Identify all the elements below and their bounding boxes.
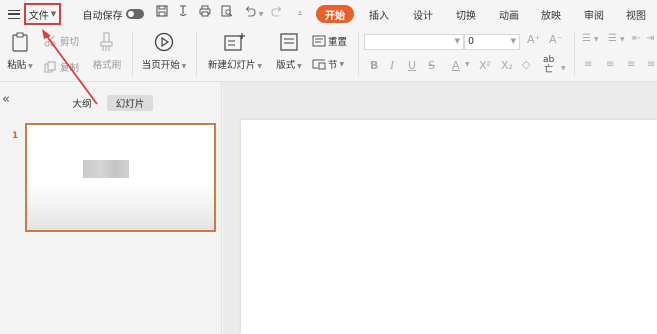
align-left-icon[interactable]: ≡: [584, 59, 592, 70]
scissors-icon: [44, 35, 56, 47]
autosave-label: 自动保存: [82, 10, 123, 22]
bullet-list-icon[interactable]: ☰: [582, 33, 591, 44]
slide-editing-area: [223, 82, 657, 334]
tab-slides[interactable]: 幻灯片: [107, 95, 153, 111]
tab-review[interactable]: 审阅: [581, 5, 607, 23]
chevron-down-icon[interactable]: ▼: [465, 61, 470, 68]
tab-home[interactable]: 开始: [316, 5, 354, 23]
layout-icon: [280, 33, 298, 51]
decrease-indent-icon[interactable]: ⇤: [632, 33, 640, 44]
blurred-title-placeholder: [83, 160, 129, 178]
cut-label: 剪切: [60, 37, 80, 48]
from-current-slide-label: 当页开始 ▼: [141, 60, 187, 71]
ribbon-divider: [196, 32, 197, 76]
reset-button[interactable]: 重置: [312, 34, 347, 48]
chevron-down-icon: ▼: [339, 60, 345, 68]
section-icon: [312, 59, 326, 70]
strikethrough-icon[interactable]: S: [428, 59, 435, 72]
format-painter-label: 格式刷: [92, 60, 122, 71]
copy-button[interactable]: 复制: [44, 60, 79, 74]
subscript-icon[interactable]: X₂: [501, 59, 513, 72]
align-center-icon[interactable]: ≡: [606, 59, 614, 70]
slide-canvas[interactable]: [241, 120, 657, 334]
font-color-icon[interactable]: A: [452, 59, 460, 72]
new-slide-icon: [224, 33, 245, 51]
font-size-select[interactable]: 0 ▼: [464, 34, 520, 50]
font-size-value: 0: [468, 36, 475, 47]
underline-icon[interactable]: U: [408, 59, 416, 72]
new-slide-button[interactable]: 新建幻灯片 ▼: [203, 32, 267, 71]
copy-label: 复制: [60, 63, 80, 74]
chevron-down-icon[interactable]: ▼: [594, 36, 599, 43]
reset-icon: [312, 35, 326, 47]
ribbon-toolbar: 粘贴 ▼ 剪切 复制 格式刷 当页开始 ▼ 新建幻灯片 ▼ 版式 ▼ 重置 节 …: [0, 28, 657, 82]
increase-indent-icon[interactable]: ⇥: [646, 33, 654, 44]
slide-thumbnail[interactable]: [25, 123, 216, 232]
from-current-slide-button[interactable]: 当页开始 ▼: [138, 32, 190, 71]
tab-view[interactable]: 视图: [623, 5, 649, 23]
ribbon-divider: [574, 32, 575, 76]
clear-format-icon[interactable]: ◇: [522, 58, 530, 71]
slide-number: 1: [12, 131, 19, 141]
wps-presentation-window: 文件 ▼ 自动保存 ▼ ⩡ 开始 插入 设计 切换 动画 放映 审阅 视图 粘贴…: [0, 0, 657, 334]
format-painter-icon: [100, 32, 113, 51]
save-icon[interactable]: [156, 5, 168, 17]
tab-animation[interactable]: 动画: [496, 5, 522, 23]
chevron-down-icon: ▼: [50, 10, 57, 18]
undo-icon[interactable]: [244, 5, 256, 17]
pinyin-guide-icon[interactable]: ab 亡: [543, 55, 554, 75]
file-menu-label: 文件: [28, 10, 49, 22]
layout-button[interactable]: 版式 ▼: [272, 32, 306, 71]
new-slide-label: 新建幻灯片 ▼: [207, 60, 263, 71]
chevron-down-icon: ▼: [510, 37, 516, 45]
tab-outline[interactable]: 大纲: [68, 95, 96, 111]
export-pdf-icon[interactable]: [177, 5, 189, 17]
tab-slideshow[interactable]: 放映: [538, 5, 564, 23]
autosave-toggle[interactable]: [126, 9, 144, 19]
slide-panel: « 大纲 幻灯片 1: [0, 82, 222, 334]
print-icon[interactable]: [199, 5, 211, 17]
chevron-down-icon[interactable]: ▼: [620, 36, 625, 43]
decrease-font-icon[interactable]: A⁻: [549, 33, 562, 46]
numbered-list-icon[interactable]: ☰: [608, 33, 617, 44]
hamburger-menu-icon[interactable]: [7, 5, 21, 23]
format-painter-button[interactable]: 格式刷: [90, 32, 124, 71]
ribbon-divider: [358, 32, 359, 76]
section-button[interactable]: 节 ▼: [312, 57, 344, 71]
tab-design[interactable]: 设计: [410, 5, 436, 23]
section-label: 节: [328, 60, 338, 71]
file-menu-button[interactable]: 文件 ▼: [24, 3, 61, 25]
paste-button[interactable]: 粘贴 ▼: [6, 32, 34, 71]
redo-icon[interactable]: [271, 5, 283, 17]
customize-quick-access-icon[interactable]: ⩡: [293, 5, 307, 23]
chevron-down-icon: ▼: [454, 37, 460, 45]
menu-bar: 文件 ▼ 自动保存 ▼ ⩡ 开始 插入 设计 切换 动画 放映 审阅 视图: [0, 0, 657, 28]
cut-button[interactable]: 剪切: [44, 34, 79, 48]
paste-label: 粘贴 ▼: [7, 60, 33, 71]
justify-icon[interactable]: ≡: [647, 59, 655, 70]
reset-label: 重置: [328, 37, 348, 48]
tab-transitions[interactable]: 切换: [453, 5, 479, 23]
clipboard-icon: [12, 32, 28, 52]
undo-dropdown-icon[interactable]: ▼: [257, 5, 265, 23]
play-icon: [154, 32, 174, 52]
ribbon-divider: [132, 32, 133, 76]
tab-insert[interactable]: 插入: [366, 5, 392, 23]
italic-icon[interactable]: I: [390, 59, 394, 72]
font-name-select[interactable]: ▼: [364, 34, 464, 50]
bold-icon[interactable]: B: [370, 59, 378, 72]
collapse-panel-icon[interactable]: «: [2, 92, 10, 107]
print-preview-icon[interactable]: [221, 5, 233, 17]
chevron-down-icon[interactable]: ▼: [561, 65, 566, 72]
increase-font-icon[interactable]: A⁺: [527, 33, 540, 46]
layout-label: 版式 ▼: [276, 60, 302, 71]
align-right-icon[interactable]: ≡: [627, 59, 635, 70]
copy-icon: [44, 61, 56, 73]
superscript-icon[interactable]: X²: [479, 59, 491, 72]
